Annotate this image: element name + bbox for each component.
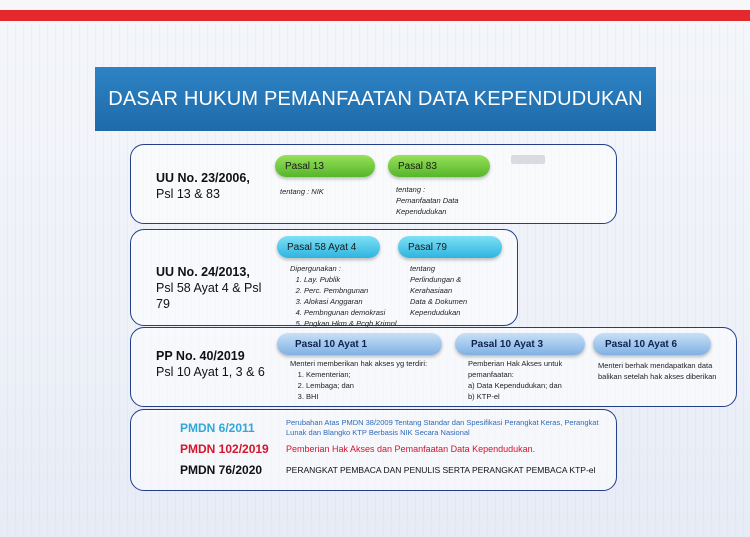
pill-pasal-10-ayat-6: Pasal 10 Ayat 6: [593, 333, 711, 355]
pmdn-102-2019-desc: Pemberian Hak Akses dan Pemanfaatan Data…: [286, 444, 536, 454]
law-title: PP No. 40/2019: [156, 349, 245, 363]
law-pp-40-2019: PP No. 40/2019 Psl 10 Ayat 1, 3 & 6: [156, 348, 265, 380]
red-accent-line: [0, 10, 750, 21]
law-title: UU No. 23/2006,: [156, 171, 250, 185]
slide-title: DASAR HUKUM PEMANFAATAN DATA KEPENDUDUKA…: [108, 87, 643, 110]
note-pasal-83: tentang : Pemanfaatan Data Kependudukan: [396, 184, 459, 217]
pmdn-6-2011: PMDN 6/2011: [180, 421, 255, 435]
desc-line: Perubahan Atas PMDN 38/2009 Tentang Stan…: [286, 418, 599, 427]
list-item: b) KTP-el: [468, 392, 500, 401]
pill-pasal-10-ayat-3: Pasal 10 Ayat 3: [455, 333, 585, 355]
law-articles: Psl 13 & 83: [156, 187, 220, 201]
note-line: Data & Dokumen: [410, 297, 468, 306]
text-head: Menteri memberikan hak akses yg terdiri:: [290, 359, 428, 368]
note-pasal-13: tentang : NIK: [280, 187, 324, 196]
note-line: tentang: [410, 264, 436, 273]
grey-mark: [511, 155, 545, 164]
text-head: pemanfaatan:: [468, 370, 514, 379]
law-uu-24-2013: UU No. 24/2013, Psl 58 Ayat 4 & Psl 79: [156, 264, 261, 312]
list-item: BHI: [306, 391, 427, 402]
pmdn-76-2020-desc: PERANGKAT PEMBACA DAN PENULIS SERTA PERA…: [286, 465, 596, 475]
law-title: UU No. 24/2013,: [156, 265, 250, 279]
pmdn-6-2011-desc: Perubahan Atas PMDN 38/2009 Tentang Stan…: [286, 418, 599, 438]
note-line: tentang :: [396, 185, 426, 194]
pill-pasal-79: Pasal 79: [398, 236, 502, 258]
text-pasal-10-ayat-6: Menteri berhak mendapatkan data balikan …: [598, 360, 716, 382]
list-item: Alokasi Anggaran: [304, 296, 397, 307]
note-line: Kependudukan: [396, 207, 447, 216]
desc-line: Lunak dan Blangko KTP Berbasis NIK Secar…: [286, 428, 470, 437]
law-articles: Psl 10 Ayat 1, 3 & 6: [156, 365, 265, 379]
list-item: Kementerian;: [306, 369, 427, 380]
law-uu-23-2006: UU No. 23/2006, Psl 13 & 83: [156, 170, 250, 202]
pill-pasal-83: Pasal 83: [388, 155, 490, 177]
list-item: Lay. Publik: [304, 274, 397, 285]
law-articles: Psl 58 Ayat 4 & Psl: [156, 281, 262, 295]
text-head: Pemberian Hak Akses untuk: [468, 359, 563, 368]
note-line: Pemanfaatan Data: [396, 196, 459, 205]
text-pasal-10-ayat-1: Menteri memberikan hak akses yg terdiri:…: [290, 358, 427, 402]
note-line: Kerahasiaan: [410, 286, 453, 295]
slide-title-banner: DASAR HUKUM PEMANFAATAN DATA KEPENDUDUKA…: [95, 67, 656, 131]
note-head: Dipergunakan :: [290, 264, 341, 273]
law-articles-cont: 79: [156, 297, 170, 311]
note-pasal-79: tentang Perlindungan & Kerahasiaan Data …: [410, 263, 467, 318]
note-line: Perlindungan &: [410, 275, 462, 284]
pill-pasal-13: Pasal 13: [275, 155, 375, 177]
text-line: balikan setelah hak akses diberikan: [598, 372, 717, 381]
list-item: Perc. Pembngunan: [304, 285, 397, 296]
pmdn-102-2019: PMDN 102/2019: [180, 442, 269, 456]
text-line: Menteri berhak mendapatkan data: [598, 361, 713, 370]
list-item: a) Data Kependudukan; dan: [468, 381, 562, 390]
pmdn-76-2020: PMDN 76/2020: [180, 463, 263, 477]
text-pasal-10-ayat-3: Pemberian Hak Akses untuk pemanfaatan: a…: [468, 358, 562, 402]
note-pasal-58-ayat-4: Dipergunakan : Lay. Publik Perc. Pembngu…: [290, 263, 397, 329]
pill-pasal-58-ayat-4: Pasal 58 Ayat 4: [277, 236, 380, 258]
list-item: Lembaga; dan: [306, 380, 427, 391]
list-item: Pembngunan demokrasi: [304, 307, 397, 318]
pill-pasal-10-ayat-1: Pasal 10 Ayat 1: [277, 333, 442, 355]
note-line: Kependudukan: [410, 308, 461, 317]
